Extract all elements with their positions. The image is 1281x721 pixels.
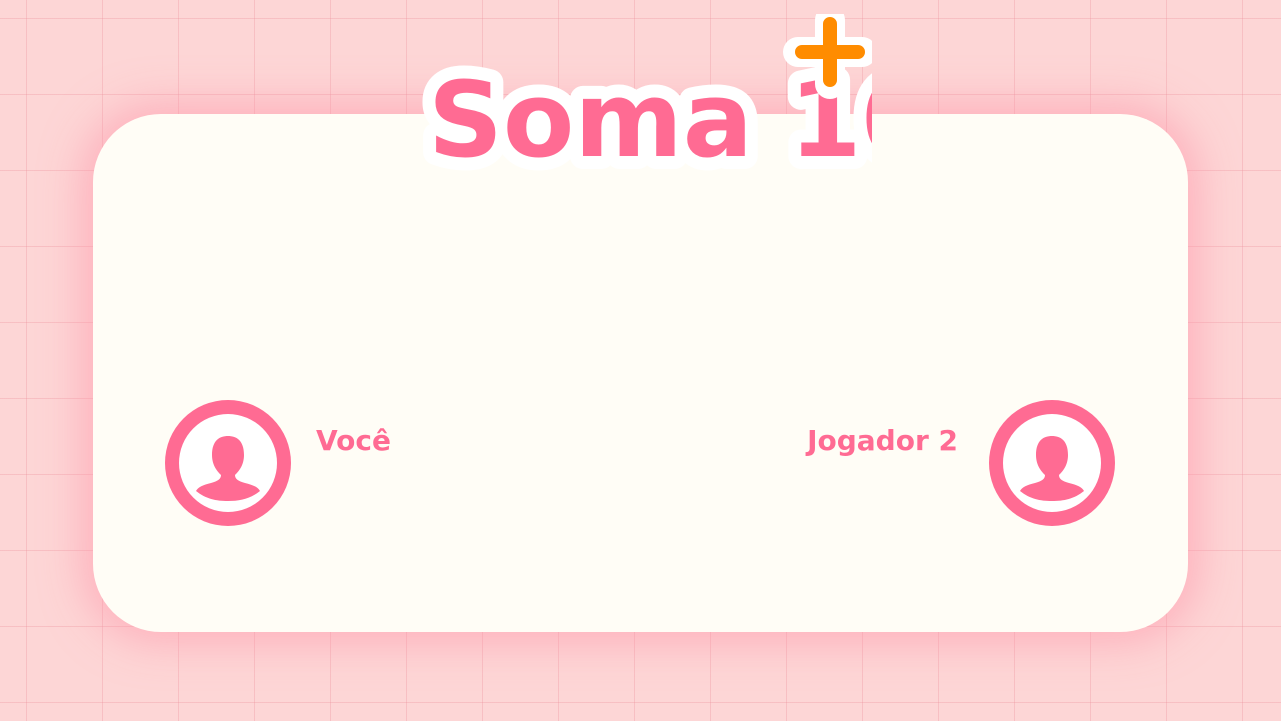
game-logo: Soma 10 Soma 10 xyxy=(412,14,872,184)
user-avatar-icon xyxy=(989,400,1115,526)
game-card xyxy=(93,114,1188,632)
logo-title: Soma 10 xyxy=(428,59,872,181)
player-name: Jogador 2 xyxy=(807,424,958,457)
user-avatar-icon xyxy=(165,400,291,526)
player-name: Você xyxy=(316,424,391,457)
